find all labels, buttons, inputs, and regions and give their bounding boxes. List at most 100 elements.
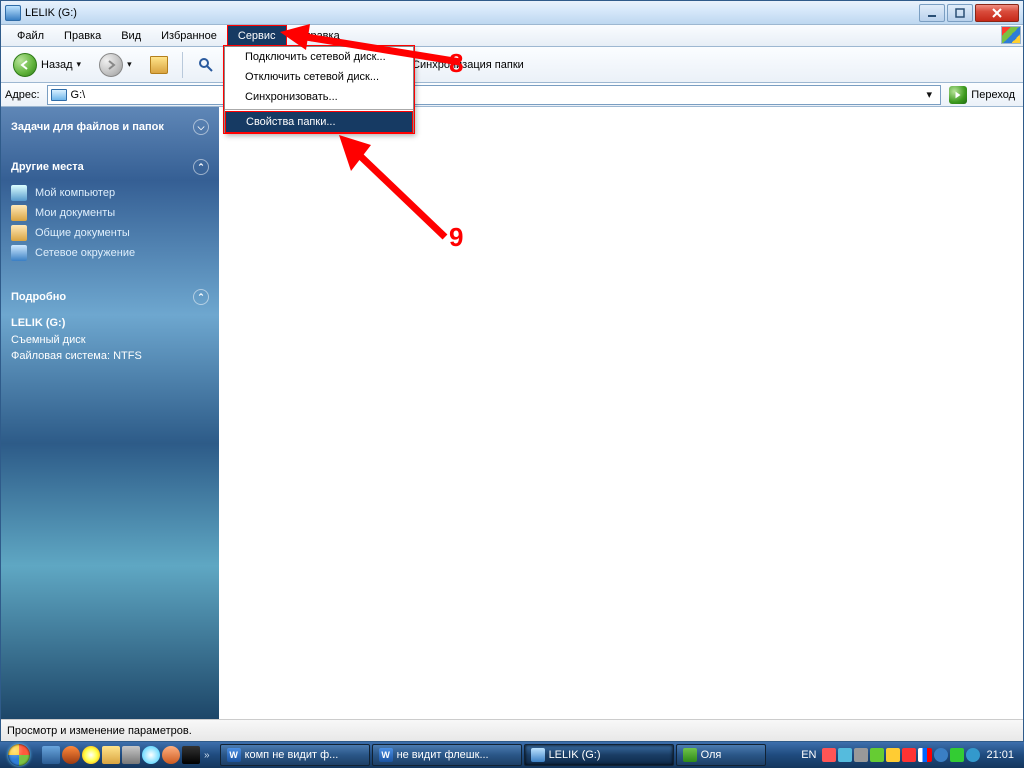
search-button[interactable] <box>191 54 221 76</box>
dd-connect-network-drive[interactable]: Подключить сетевой диск... <box>225 47 413 67</box>
task-qip[interactable]: Оля <box>676 744 766 766</box>
up-button[interactable] <box>144 54 174 76</box>
go-arrow-icon <box>949 86 967 104</box>
chevron-down-icon: ⌵ <box>193 119 209 135</box>
close-button[interactable] <box>975 4 1019 22</box>
sidebar-item-label: Мой компьютер <box>35 187 115 199</box>
language-indicator[interactable]: EN <box>797 749 820 761</box>
ql-icon[interactable] <box>42 746 60 764</box>
tray-icon[interactable] <box>934 748 948 762</box>
back-arrow-icon <box>13 53 37 77</box>
task-word-1[interactable]: комп не видит ф... <box>220 744 370 766</box>
tray-icon[interactable] <box>966 748 980 762</box>
task-label: не видит флешк... <box>397 749 489 761</box>
menu-favorites[interactable]: Избранное <box>151 25 227 46</box>
menu-edit[interactable]: Правка <box>54 25 111 46</box>
drive-icon <box>5 5 21 21</box>
tray-icon[interactable] <box>854 748 868 762</box>
details-filesystem: Файловая система: NTFS <box>11 348 209 365</box>
word-icon <box>227 748 241 762</box>
word-icon <box>379 748 393 762</box>
system-tray: EN 21:01 <box>791 748 1024 762</box>
start-button[interactable] <box>0 742 38 768</box>
status-text: Просмотр и изменение параметров. <box>7 725 192 737</box>
ql-icon[interactable] <box>122 746 140 764</box>
details-panel-head[interactable]: Подробно ⌃ <box>11 283 209 311</box>
task-label: LELIK (G:) <box>549 749 601 761</box>
folder-icon <box>11 225 27 241</box>
chevron-up-icon: ⌃ <box>193 289 209 305</box>
network-icon <box>11 245 27 261</box>
go-label: Переход <box>971 89 1015 101</box>
details-panel-title: Подробно <box>11 291 66 303</box>
details-body: LELIK (G:) Съемный диск Файловая система… <box>11 311 209 365</box>
details-panel: Подробно ⌃ LELIK (G:) Съемный диск Файло… <box>1 277 219 371</box>
ql-icon[interactable] <box>182 746 200 764</box>
address-field[interactable]: ▾ <box>47 85 942 105</box>
content-area[interactable] <box>219 107 1023 719</box>
sidebar-item-my-computer[interactable]: Мой компьютер <box>11 183 209 203</box>
tray-icon[interactable] <box>870 748 884 762</box>
drive-icon <box>531 748 545 762</box>
tray-icon[interactable] <box>918 748 932 762</box>
ql-icon[interactable] <box>62 746 80 764</box>
window-title: LELIK (G:) <box>25 7 77 19</box>
forward-arrow-icon <box>99 53 123 77</box>
task-label: Оля <box>701 749 722 761</box>
explorer-window: LELIK (G:) Файл Правка Вид Избранное Сер… <box>0 0 1024 742</box>
windows-flag-icon <box>1001 26 1021 44</box>
tray-icon[interactable] <box>822 748 836 762</box>
menu-view[interactable]: Вид <box>111 25 151 46</box>
menu-tools[interactable]: Сервис <box>227 25 287 46</box>
sidebar-item-label: Мои документы <box>35 207 115 219</box>
toolbar: Назад ▾ ▾ Папки ▾ ✕ S Синхронизация папк… <box>1 47 1023 83</box>
dd-disconnect-network-drive[interactable]: Отключить сетевой диск... <box>225 67 413 87</box>
forward-button[interactable]: ▾ <box>93 51 138 79</box>
back-button[interactable]: Назад ▾ <box>7 51 87 79</box>
taskbar-tasks: комп не видит ф... не видит флешк... LEL… <box>216 744 766 766</box>
ql-icon[interactable] <box>162 746 180 764</box>
task-explorer[interactable]: LELIK (G:) <box>524 744 674 766</box>
ql-icon[interactable] <box>82 746 100 764</box>
places-panel-title: Другие места <box>11 161 84 173</box>
sidebar-item-shared-documents[interactable]: Общие документы <box>11 223 209 243</box>
statusbar: Просмотр и изменение параметров. <box>1 719 1023 741</box>
sidebar-item-my-documents[interactable]: Мои документы <box>11 203 209 223</box>
qip-icon <box>683 748 697 762</box>
chevron-down-icon[interactable]: ▾ <box>921 88 937 101</box>
details-name: LELIK (G:) <box>11 315 209 332</box>
ql-icon[interactable] <box>142 746 160 764</box>
chevron-down-icon: ▾ <box>77 59 82 70</box>
minimize-button[interactable] <box>919 4 945 22</box>
tray-icon[interactable] <box>950 748 964 762</box>
body: Задачи для файлов и папок ⌵ Другие места… <box>1 107 1023 719</box>
places-panel-head[interactable]: Другие места ⌃ <box>11 153 209 181</box>
folder-icon <box>11 205 27 221</box>
ql-icon[interactable] <box>102 746 120 764</box>
clock[interactable]: 21:01 <box>982 749 1018 761</box>
tray-icon[interactable] <box>902 748 916 762</box>
address-bar: Адрес: ▾ Переход <box>1 83 1023 107</box>
taskbar: » комп не видит ф... не видит флешк... L… <box>0 742 1024 768</box>
dd-folder-options[interactable]: Свойства папки... <box>226 112 412 132</box>
tasks-panel-title: Задачи для файлов и папок <box>11 121 164 133</box>
menu-file[interactable]: Файл <box>7 25 54 46</box>
go-button[interactable]: Переход <box>945 85 1019 105</box>
dd-synchronize[interactable]: Синхронизовать... <box>225 87 413 107</box>
tray-icon[interactable] <box>838 748 852 762</box>
address-input[interactable] <box>71 89 918 101</box>
ql-more[interactable]: » <box>202 750 212 761</box>
window-controls <box>919 4 1019 22</box>
menu-help[interactable]: Справка <box>287 25 350 46</box>
menubar: Файл Правка Вид Избранное Сервис Справка <box>1 25 1023 47</box>
back-label: Назад <box>41 59 73 71</box>
titlebar: LELIK (G:) <box>1 1 1023 25</box>
task-word-2[interactable]: не видит флешк... <box>372 744 522 766</box>
sidebar-item-network[interactable]: Сетевое окружение <box>11 243 209 263</box>
tasks-panel: Задачи для файлов и папок ⌵ <box>1 107 219 147</box>
tray-icon[interactable] <box>886 748 900 762</box>
folder-up-icon <box>150 56 168 74</box>
maximize-button[interactable] <box>947 4 973 22</box>
quick-launch: » <box>38 746 216 764</box>
tasks-panel-head[interactable]: Задачи для файлов и папок ⌵ <box>11 113 209 141</box>
